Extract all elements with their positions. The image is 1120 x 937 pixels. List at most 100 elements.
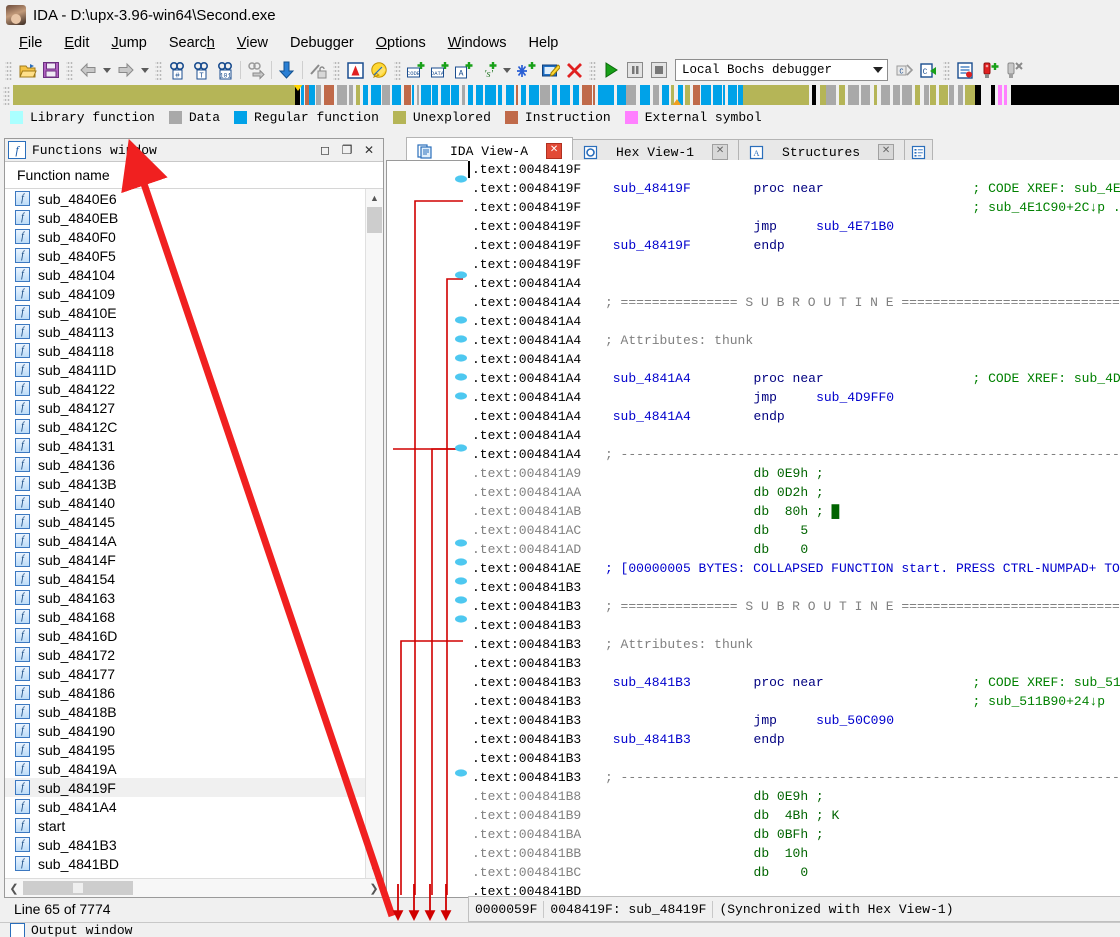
function-list-item[interactable]: fsub_4840F5	[5, 246, 383, 265]
disassembly-line[interactable]: .text:004841B3sub_4841B3proc near; CODE …	[468, 673, 1120, 692]
disassembly-line[interactable]: .text:0048419Fsub_48419Fendp	[468, 236, 1120, 255]
function-list-item[interactable]: fsub_484122	[5, 379, 383, 398]
function-list-item[interactable]: fsub_484136	[5, 455, 383, 474]
toolbar-grip-7[interactable]	[943, 60, 950, 80]
make-data-icon[interactable]: DATA	[428, 58, 452, 82]
toolbar-grip-2[interactable]	[66, 60, 73, 80]
close-icon[interactable]: ✕	[546, 143, 562, 159]
disassembly-line[interactable]: .text:004841B3; ------------------------…	[468, 768, 1120, 787]
menu-debugger[interactable]: Debugger	[279, 33, 365, 53]
vscroll-thumb[interactable]	[367, 207, 382, 233]
hscroll-thumb[interactable]	[23, 881, 133, 895]
function-list-item[interactable]: fsub_484145	[5, 512, 383, 531]
nav-forward-dropdown-icon[interactable]	[138, 58, 152, 82]
function-list-item[interactable]: fsub_48414A	[5, 531, 383, 550]
function-list-item[interactable]: fsub_48414F	[5, 550, 383, 569]
menu-jump[interactable]: Jump	[100, 33, 157, 53]
function-list-item[interactable]: fsub_484118	[5, 341, 383, 360]
xref-gutter[interactable]	[386, 160, 470, 898]
pause-icon[interactable]	[623, 58, 647, 82]
disassembly-line[interactable]: .text:004841A9db 0E9h ;	[468, 464, 1120, 483]
disassembly-line[interactable]: .text:004841ACdb 5	[468, 521, 1120, 540]
disassembly-line[interactable]: .text:004841A4; Attributes: thunk	[468, 331, 1120, 350]
disassembly-line[interactable]: .text:004841A4	[468, 274, 1120, 293]
function-list-item[interactable]: fsub_484168	[5, 607, 383, 626]
continue-icon[interactable]: C	[916, 58, 940, 82]
navband-grip[interactable]	[3, 85, 10, 105]
menu-search[interactable]: Search	[158, 33, 226, 53]
function-list-item[interactable]: fsub_484113	[5, 322, 383, 341]
disassembly-line[interactable]: .text:004841B3jmpsub_50C090	[468, 711, 1120, 730]
chevron-down-icon[interactable]	[869, 61, 887, 79]
toolbar-grip-6[interactable]	[589, 60, 596, 80]
jump-down-icon[interactable]	[275, 58, 299, 82]
function-list-item[interactable]: fsub_48410E	[5, 303, 383, 322]
disassembly-line[interactable]: .text:004841A4; ------------------------…	[468, 445, 1120, 464]
function-list-item[interactable]: fsub_4840EB	[5, 208, 383, 227]
disassembly-line[interactable]: .text:0048419Fsub_48419Fproc near; CODE …	[468, 179, 1120, 198]
add-breakpoint-icon[interactable]	[977, 58, 1001, 82]
disassembly-line[interactable]: .text:004841B8db 0E9h ;	[468, 787, 1120, 806]
step-icon[interactable]: C	[892, 58, 916, 82]
menu-edit[interactable]: Edit	[53, 33, 100, 53]
function-list-item[interactable]: fsub_484190	[5, 721, 383, 740]
function-list-item[interactable]: fsub_4841A4	[5, 797, 383, 816]
function-list-item[interactable]: fsub_484177	[5, 664, 383, 683]
function-list-item[interactable]: fsub_4841BD	[5, 854, 383, 873]
toolbar-grip[interactable]	[5, 60, 12, 80]
stop-icon[interactable]	[647, 58, 671, 82]
functions-list[interactable]: fsub_4840E6fsub_4840EBfsub_4840F0fsub_48…	[5, 189, 383, 878]
make-string-icon[interactable]: 's'	[476, 58, 500, 82]
output-window-header[interactable]: Output window	[0, 922, 1120, 937]
function-list-item[interactable]: fsub_484109	[5, 284, 383, 303]
disassembly-line[interactable]: .text:004841A4	[468, 312, 1120, 331]
disassembly-view[interactable]: .text:0048419F.text:0048419Fsub_48419Fpr…	[468, 160, 1120, 896]
disassembly-line[interactable]: .text:004841B3; sub_511B90+24↓p	[468, 692, 1120, 711]
function-list-item[interactable]: fsub_48418B	[5, 702, 383, 721]
disassembly-line[interactable]: .text:004841B3; =============== S U B R …	[468, 597, 1120, 616]
function-list-item[interactable]: fsub_48416D	[5, 626, 383, 645]
disassembly-line[interactable]: .text:004841AAdb 0D2h ;	[468, 483, 1120, 502]
make-array-icon[interactable]: A	[452, 58, 476, 82]
function-list-item[interactable]: fsub_484195	[5, 740, 383, 759]
disassembly-line[interactable]: .text:004841B3	[468, 749, 1120, 768]
function-list-item[interactable]: fsub_484131	[5, 436, 383, 455]
run-icon[interactable]	[599, 58, 623, 82]
menu-help[interactable]: Help	[518, 33, 570, 53]
toolbar-grip-4[interactable]	[333, 60, 340, 80]
delete-icon[interactable]	[562, 58, 586, 82]
disassembly-line[interactable]: .text:0048419Fjmpsub_4E71B0	[468, 217, 1120, 236]
disassembly-line[interactable]: .text:004841ABdb 80h ; █	[468, 502, 1120, 521]
make-struct-icon[interactable]	[514, 58, 538, 82]
maximize-icon[interactable]: ◻	[314, 141, 336, 159]
delete-breakpoint-icon[interactable]	[1001, 58, 1025, 82]
disassembly-line[interactable]: .text:004841A4; =============== S U B R …	[468, 293, 1120, 312]
disassembly-line[interactable]: .text:004841BAdb 0BFh ;	[468, 825, 1120, 844]
disassembly-line[interactable]: .text:004841BD	[468, 882, 1120, 896]
function-list-item[interactable]: fsub_48412C	[5, 417, 383, 436]
edit-function-icon[interactable]	[538, 58, 562, 82]
functions-list-vscrollbar[interactable]: ▲ ▼	[365, 189, 383, 878]
disassembly-line[interactable]: .text:004841A4	[468, 350, 1120, 369]
column-header-function-name[interactable]: Function name	[5, 162, 383, 189]
navigation-band[interactable]	[13, 85, 1119, 105]
disassembly-line[interactable]: .text:004841B9db 4Bh ; K	[468, 806, 1120, 825]
disassembly-line[interactable]: .text:004841B3	[468, 616, 1120, 635]
disassembly-line[interactable]: .text:0048419F	[468, 160, 1120, 179]
debugger-select[interactable]: Local Bochs debugger	[675, 59, 888, 81]
function-list-item[interactable]: fsub_484127	[5, 398, 383, 417]
disassembly-line[interactable]: .text:004841A4jmpsub_4D9FF0	[468, 388, 1120, 407]
scroll-down-icon[interactable]: ▼	[366, 861, 383, 878]
menu-options[interactable]: Options	[365, 33, 437, 53]
function-list-item[interactable]: fsub_4840E6	[5, 189, 383, 208]
disassembly-line[interactable]: .text:004841AE; [00000005 BYTES: COLLAPS…	[468, 559, 1120, 578]
disassembly-line[interactable]: .text:004841BBdb 10h	[468, 844, 1120, 863]
nav-forward-icon[interactable]	[114, 58, 138, 82]
function-list-item[interactable]: fsub_484154	[5, 569, 383, 588]
function-list-item[interactable]: fsub_484186	[5, 683, 383, 702]
restore-icon[interactable]: ❐	[336, 141, 358, 159]
function-list-item[interactable]: fstart	[5, 816, 383, 835]
toolbar-grip-5[interactable]	[394, 60, 401, 80]
disassembly-line[interactable]: .text:004841BCdb 0	[468, 863, 1120, 882]
scroll-left-icon[interactable]: ❮	[5, 882, 23, 895]
